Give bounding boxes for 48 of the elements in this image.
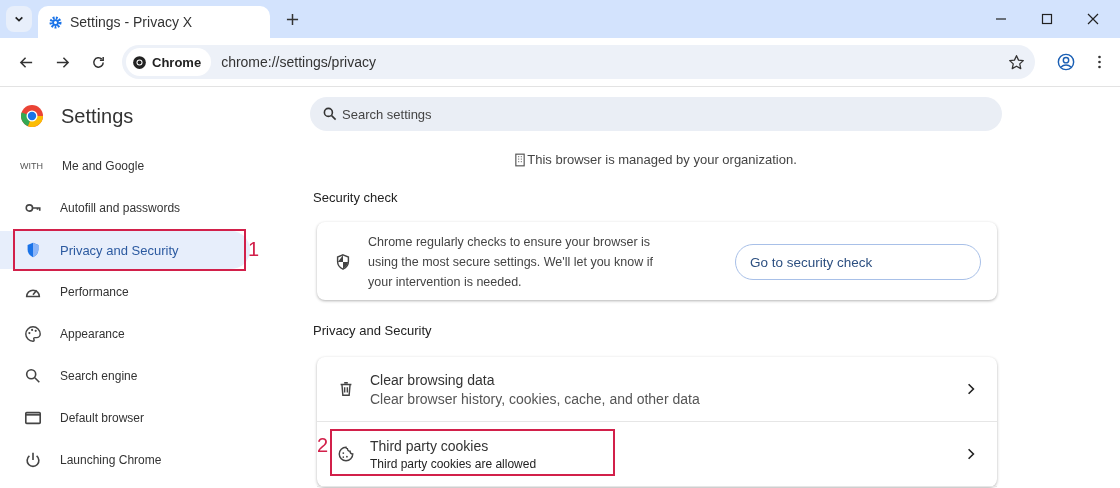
address-bar[interactable]: Chrome chrome://settings/privacy [122,45,1035,79]
chrome-logo-icon [20,104,44,128]
chevron-right-icon [967,383,975,395]
gear-icon [48,14,63,30]
plus-icon [285,12,299,26]
shield-icon [334,253,352,271]
sidebar-item[interactable]: Default browser [0,399,250,437]
security-check-text: Chrome regularly checks to ensure your browser is using the most secure settings. We'll let you know if your intervention is needed. [368,234,654,291]
settings-row[interactable]: Clear browsing data Clear browser history, cookies, cache, and other data [331,357,997,421]
power-icon [24,451,42,469]
settings-row[interactable]: Third party cookies Third party cookies are allowed [331,422,997,486]
sidebar-item[interactable]: Appearance [0,315,250,353]
close-icon [1087,13,1099,25]
section-heading: Security check [313,190,399,205]
building-icon [515,152,526,167]
star-icon[interactable] [1008,53,1025,71]
search-icon [322,106,338,122]
sidebar-item[interactable]: Search engine [0,357,250,395]
annotation-number: 1 [248,238,260,261]
reload-icon [90,54,106,70]
settings-title: Settings [61,104,134,128]
chevron-down-icon [14,14,24,24]
row-title: Clear browsing data [370,371,496,388]
section-heading: Privacy and Security [313,323,433,338]
managed-notice: This browser is managed by your organization. [527,152,797,167]
annotation-number: 2 [317,434,329,457]
palette-icon [24,325,42,343]
chrome-logo-icon [132,54,147,70]
sidebar-item[interactable]: Autofill and passwords [0,189,250,227]
site-chip[interactable]: Chrome [126,48,212,76]
sidebar-item[interactable]: Performance [0,273,250,311]
browser-tab[interactable]: Settings - Privacy X [38,6,270,38]
tab-title: Settings - Privacy X [70,14,193,30]
sidebar-item[interactable]: Launching Chrome [0,441,250,479]
cookie-icon [337,445,355,463]
profile-icon[interactable] [1057,53,1075,71]
sidebar-item[interactable]: Privacy and Security [0,231,250,269]
sidebar-item[interactable]: WITH Me and Google [0,147,250,185]
url-text: chrome://settings/privacy [221,54,377,70]
window-icon [24,409,42,427]
maximize-icon [1041,13,1053,25]
row-subtitle: Third party cookies are allowed [370,456,538,471]
search-field[interactable]: Search settings [310,97,1002,131]
row-title: Third party cookies [370,437,490,454]
menu-icon[interactable] [1097,54,1102,70]
chevron-right-icon [967,448,975,460]
search-icon [24,367,42,385]
row-subtitle: Clear browser history, cookies, cache, and other data [370,390,701,407]
